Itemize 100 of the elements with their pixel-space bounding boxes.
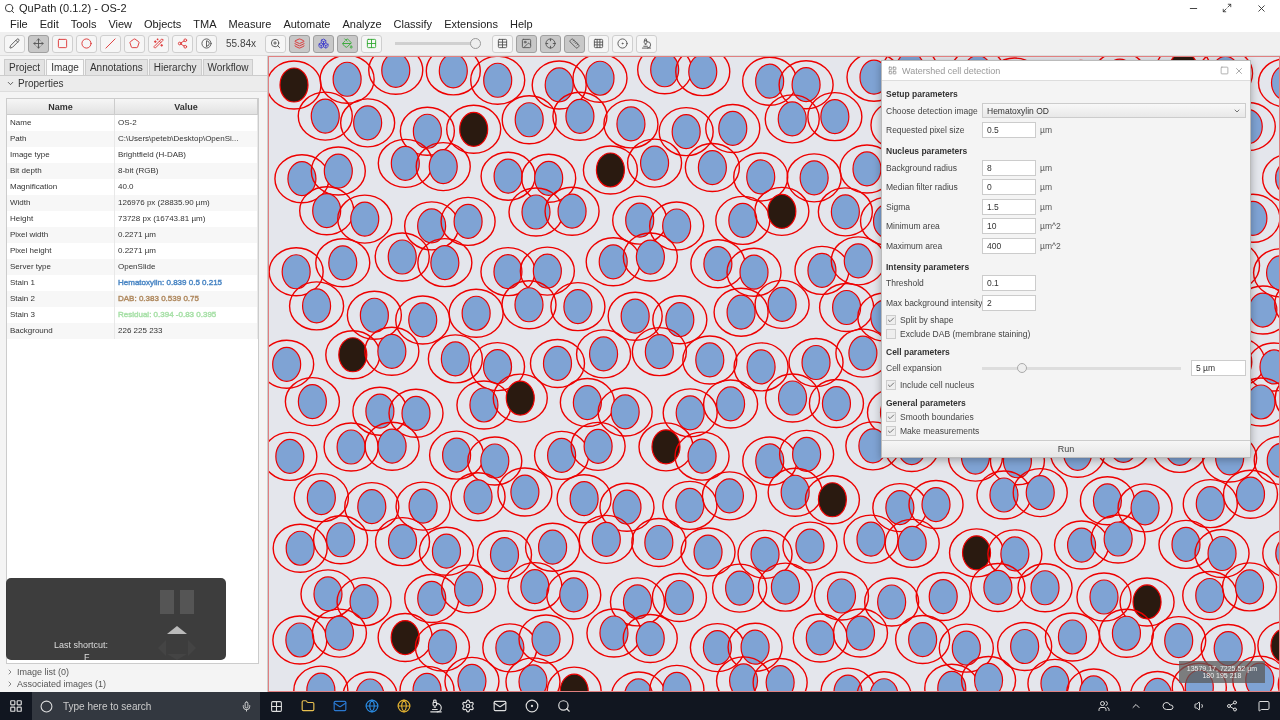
table-cell: Stain 2 <box>7 291 115 307</box>
window-title: QuPath (0.1.2) - OS-2 <box>19 2 128 14</box>
rectangle-button[interactable] <box>52 34 73 53</box>
cells-button[interactable] <box>313 34 335 53</box>
layers-icon <box>294 38 306 49</box>
fill-button[interactable] <box>337 34 359 53</box>
panel-tab[interactable]: Annotations <box>84 59 148 75</box>
menu-item[interactable]: Analyze <box>336 18 388 30</box>
input-field[interactable]: 0 <box>982 179 1036 196</box>
slider-thumb[interactable] <box>469 38 481 49</box>
wand-button[interactable] <box>148 34 169 53</box>
folder-icon <box>301 699 315 713</box>
checkbox-option[interactable]: Exclude DAB (membrane staining) <box>886 326 1246 341</box>
menu-item[interactable]: Classify <box>387 18 439 30</box>
menu-item[interactable]: Extensions <box>438 18 504 30</box>
contrast-button[interactable] <box>196 34 217 53</box>
slider-thumb[interactable] <box>1016 363 1027 374</box>
checkbox[interactable] <box>886 380 896 390</box>
tree-item[interactable]: Associated images (1) <box>6 678 267 690</box>
section-title: Intensity parameters <box>886 261 971 272</box>
panel-tab[interactable]: Hierarchy <box>148 59 202 75</box>
field-label: Minimum area <box>886 221 941 232</box>
zoom-level: 55.84x <box>225 38 258 49</box>
input-field[interactable]: 2 <box>982 294 1036 311</box>
table-cell: Height <box>7 211 115 227</box>
pencil-button[interactable] <box>4 34 25 53</box>
input-field[interactable]: 0.1 <box>982 275 1036 292</box>
tree-item[interactable]: Image list (0) <box>6 666 267 678</box>
ruler-icon <box>569 38 581 49</box>
unit-label: µm^2 <box>1040 221 1061 232</box>
field-label: Requested pixel size <box>886 125 966 136</box>
input-field[interactable]: 8 <box>982 159 1036 176</box>
move-button[interactable] <box>28 34 49 53</box>
table-button[interactable] <box>492 34 514 53</box>
input-field[interactable]: 400 <box>982 237 1036 254</box>
menu-item[interactable]: TMA <box>187 18 223 30</box>
menu-item[interactable]: Edit <box>33 18 65 30</box>
crosshair-button[interactable] <box>540 34 562 53</box>
run-button[interactable]: Run <box>882 440 1250 457</box>
record-button[interactable] <box>612 34 634 53</box>
column-header[interactable]: Value <box>115 99 258 115</box>
properties-header[interactable]: Properties <box>0 76 267 92</box>
menu-item[interactable]: Objects <box>138 18 188 30</box>
gear-icon <box>461 699 475 713</box>
search-field[interactable]: Type here to search <box>32 692 260 720</box>
checkbox[interactable] <box>886 426 896 436</box>
checkbox[interactable] <box>886 328 896 339</box>
input-field[interactable]: 1.5 <box>982 198 1036 215</box>
zoom-button[interactable] <box>265 34 287 53</box>
microscope-icon <box>429 699 443 713</box>
menu-item[interactable]: Tools <box>64 18 103 30</box>
checkbox-option[interactable]: Include cell nucleus <box>886 378 1246 392</box>
menu-item[interactable]: Measure <box>222 18 278 30</box>
grid-button[interactable] <box>588 34 610 53</box>
task-view-icon <box>269 699 283 713</box>
line-button[interactable] <box>100 34 121 53</box>
search-input[interactable]: Type here to search <box>61 699 233 713</box>
menu-item[interactable]: Automate <box>277 18 337 30</box>
table-cell-text: Residual: 0.394 -0.83 0.395 <box>118 310 217 319</box>
table-cell: C:\Users\peteb\Desktop\OpenSl... <box>115 131 258 147</box>
checkbox[interactable] <box>886 314 896 325</box>
table-cell: OS-2 <box>115 115 258 131</box>
table-icon <box>497 38 509 49</box>
ruler-button[interactable] <box>564 34 586 53</box>
maximize-icon <box>1222 3 1232 13</box>
close-icon[interactable] <box>1234 65 1244 76</box>
input-field[interactable]: 0.5 <box>982 122 1036 139</box>
ellipse-button[interactable] <box>76 34 97 53</box>
polygon-button[interactable] <box>124 34 145 53</box>
table-cell: Stain 3 <box>7 307 115 323</box>
menu-item[interactable]: View <box>102 18 139 30</box>
column-header[interactable]: Name <box>7 99 115 115</box>
dropdown[interactable]: Hematoxylin OD <box>982 103 1246 119</box>
pencil-icon <box>9 38 20 49</box>
start-icon <box>9 699 23 713</box>
checkbox-option[interactable]: Smooth boundaries <box>886 410 1246 424</box>
input-field[interactable]: 5 µm <box>1191 360 1246 377</box>
points-button[interactable] <box>172 34 193 53</box>
globe-icon <box>397 699 411 713</box>
envelope-icon <box>493 699 507 713</box>
unit-label: µm <box>1040 201 1052 212</box>
unit-label: µm <box>1040 162 1052 173</box>
panel-tab[interactable]: Project <box>4 59 46 75</box>
menu-item[interactable]: Help <box>503 18 539 30</box>
checkbox-option[interactable]: Make measurements <box>886 424 1246 438</box>
panel-tab[interactable]: Workflow <box>202 59 254 75</box>
network-icon <box>1226 700 1238 712</box>
table-cell: Pixel height <box>7 243 115 259</box>
zoom-icon <box>270 38 282 49</box>
checkbox-option[interactable]: Split by shape <box>886 312 1246 327</box>
layers-button[interactable] <box>289 34 311 53</box>
table-cell: 40.0 <box>115 179 258 195</box>
image-button[interactable] <box>516 34 538 53</box>
points-icon <box>177 38 188 49</box>
checkbox[interactable] <box>886 412 896 422</box>
input-field[interactable]: 10 <box>982 218 1036 235</box>
panel-tab[interactable]: Image <box>46 59 84 75</box>
grid-button[interactable] <box>361 34 383 53</box>
menu-item[interactable]: File <box>4 18 34 30</box>
table-cell: 0.2271 µm <box>115 227 258 243</box>
